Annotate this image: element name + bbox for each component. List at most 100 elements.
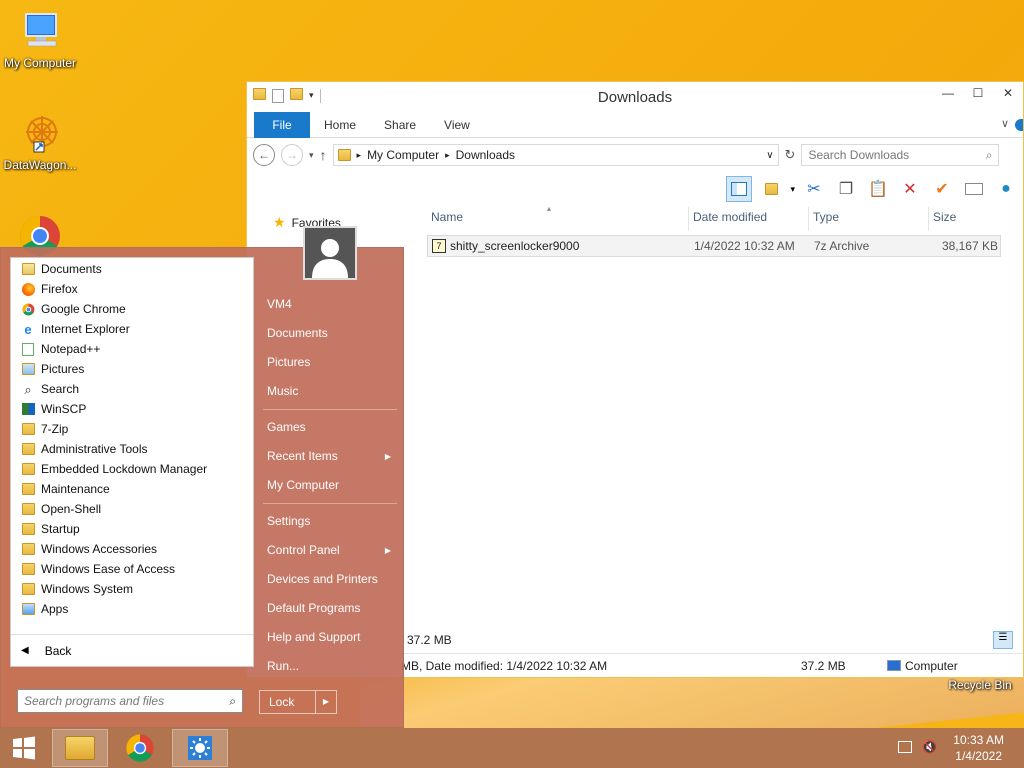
submenu-arrow-icon: ▶ bbox=[384, 452, 391, 461]
address-bar-row: ← → ▾ ↑ ▸ My Computer ▸ Downloads ∨ ↻ Se… bbox=[247, 138, 1023, 172]
navigation-pane-button[interactable] bbox=[726, 176, 753, 202]
breadcrumb-downloads[interactable]: Downloads bbox=[456, 148, 515, 162]
tab-file[interactable]: File bbox=[254, 111, 310, 138]
computer-icon bbox=[887, 660, 901, 671]
firefox-icon bbox=[21, 282, 35, 296]
volume-muted-icon[interactable]: 🔇 bbox=[922, 740, 937, 754]
forward-button[interactable]: → bbox=[281, 144, 303, 166]
program-item-label: 7-Zip bbox=[41, 422, 69, 436]
program-item[interactable]: Administrative Tools bbox=[11, 439, 253, 459]
start-right-item[interactable]: Games bbox=[257, 413, 403, 442]
program-item[interactable]: Maintenance bbox=[11, 479, 253, 499]
file-type: 7z Archive bbox=[814, 239, 870, 253]
start-right-item[interactable]: VM4 bbox=[257, 290, 403, 319]
breadcrumb-my-computer[interactable]: My Computer bbox=[367, 148, 439, 162]
taskbar-app-sun[interactable] bbox=[172, 729, 228, 767]
back-button[interactable]: ◀ Back bbox=[11, 634, 253, 666]
desktop-icon-label: Recycle Bin bbox=[948, 678, 1012, 692]
explorer-titlebar[interactable]: ▾ Downloads — ☐ ✕ bbox=[247, 82, 1023, 112]
start-right-item[interactable]: My Computer bbox=[257, 471, 403, 500]
program-item[interactable]: Embedded Lockdown Manager bbox=[11, 459, 253, 479]
desktop-icon-datawagon[interactable]: DataWagon... bbox=[0, 112, 80, 172]
refresh-button[interactable]: ↻ bbox=[785, 147, 796, 163]
program-item-label: Google Chrome bbox=[41, 302, 126, 316]
globe-icon[interactable]: ● bbox=[993, 176, 1019, 202]
chevron-down-icon[interactable]: ▾ bbox=[790, 184, 795, 195]
search-input[interactable]: Search Downloads ⌕ bbox=[801, 144, 1000, 166]
copy-button[interactable]: ❐ bbox=[833, 176, 859, 202]
tab-share[interactable]: Share bbox=[370, 112, 430, 138]
program-item[interactable]: Firefox bbox=[11, 279, 253, 299]
program-item[interactable]: Google Chrome bbox=[11, 299, 253, 319]
user-silhouette-icon bbox=[312, 239, 348, 278]
tab-home[interactable]: Home bbox=[310, 112, 370, 138]
address-input[interactable]: ▸ My Computer ▸ Downloads ∨ bbox=[332, 144, 779, 166]
program-item[interactable]: ⌕ Search bbox=[11, 379, 253, 399]
program-item[interactable]: WinSCP bbox=[11, 399, 253, 419]
program-item[interactable]: Notepad++ bbox=[11, 339, 253, 359]
program-item[interactable]: Documents bbox=[11, 259, 253, 279]
folder-icon bbox=[21, 442, 35, 456]
start-right-item-label: Devices and Printers bbox=[267, 572, 378, 586]
program-item[interactable]: Apps bbox=[11, 599, 253, 619]
ribbon-expand-icon[interactable]: ∨ bbox=[1001, 117, 1009, 130]
start-right-item[interactable]: Recent Items ▶ bbox=[257, 442, 403, 471]
start-button[interactable] bbox=[0, 729, 48, 767]
desktop-icon-my-computer[interactable]: My Computer bbox=[0, 10, 80, 70]
network-icon[interactable] bbox=[898, 741, 912, 753]
column-header-label: Name bbox=[431, 210, 464, 224]
lock-options-button[interactable]: ▶ bbox=[316, 691, 336, 713]
start-right-item[interactable]: Settings bbox=[257, 507, 403, 536]
minimize-button[interactable]: — bbox=[933, 82, 963, 104]
program-item[interactable]: e Internet Explorer bbox=[11, 319, 253, 339]
program-item[interactable]: 7-Zip bbox=[11, 419, 253, 439]
column-header-date[interactable]: Date modified bbox=[689, 207, 809, 231]
cut-button[interactable]: ✂ bbox=[801, 176, 827, 202]
help-icon[interactable] bbox=[1015, 119, 1023, 131]
start-right-item[interactable]: Music bbox=[257, 377, 403, 406]
up-button[interactable]: ↑ bbox=[320, 147, 327, 163]
window-title: Downloads bbox=[597, 89, 673, 106]
start-right-item[interactable]: Run... bbox=[257, 652, 403, 681]
program-item[interactable]: Windows Ease of Access bbox=[11, 559, 253, 579]
user-avatar[interactable] bbox=[303, 226, 357, 280]
close-button[interactable]: ✕ bbox=[993, 82, 1023, 104]
file-row[interactable]: 7 shitty_screenlocker9000 1/4/2022 10:32… bbox=[427, 235, 1001, 257]
column-header-type[interactable]: Type bbox=[809, 207, 929, 231]
taskbar-chrome[interactable] bbox=[112, 729, 168, 767]
folder-options-button[interactable] bbox=[758, 176, 784, 202]
system-clock[interactable]: 10:33 AM 1/4/2022 bbox=[953, 732, 1004, 764]
address-dropdown-icon[interactable]: ∨ bbox=[766, 150, 773, 161]
start-right-item[interactable]: Help and Support bbox=[257, 623, 403, 652]
taskbar-file-explorer[interactable] bbox=[52, 729, 108, 767]
start-right-item-label: Games bbox=[267, 420, 306, 434]
search-icon: ⌕ bbox=[24, 381, 32, 397]
program-item-label: WinSCP bbox=[41, 402, 87, 416]
details-view-button[interactable]: ☰ bbox=[993, 631, 1013, 649]
folder-docs-icon bbox=[21, 262, 35, 276]
back-button[interactable]: ← bbox=[253, 144, 275, 166]
program-item[interactable]: Windows Accessories bbox=[11, 539, 253, 559]
start-right-item[interactable]: Documents bbox=[257, 319, 403, 348]
program-item[interactable]: Pictures bbox=[11, 359, 253, 379]
start-right-item[interactable]: Default Programs bbox=[257, 594, 403, 623]
sort-up-icon: ▴ bbox=[547, 204, 552, 213]
start-right-item[interactable]: Control Panel ▶ bbox=[257, 536, 403, 565]
select-button[interactable]: ✔ bbox=[929, 176, 955, 202]
properties-button[interactable] bbox=[961, 176, 987, 202]
column-header-size[interactable]: Size bbox=[929, 207, 1003, 231]
delete-button[interactable]: ✕ bbox=[897, 176, 923, 202]
start-search-input[interactable]: Search programs and files ⌕ bbox=[17, 689, 243, 713]
desktop-icon-label: DataWagon... bbox=[3, 158, 77, 172]
program-item[interactable]: Open-Shell bbox=[11, 499, 253, 519]
maximize-button[interactable]: ☐ bbox=[963, 82, 993, 104]
program-item[interactable]: Windows System bbox=[11, 579, 253, 599]
program-item[interactable]: Startup bbox=[11, 519, 253, 539]
start-right-item[interactable]: Devices and Printers bbox=[257, 565, 403, 594]
paste-button[interactable]: 📋 bbox=[865, 176, 891, 202]
tab-view[interactable]: View bbox=[430, 112, 484, 138]
recent-locations-icon[interactable]: ▾ bbox=[309, 150, 314, 161]
column-header-name[interactable]: Name ▴ bbox=[427, 204, 689, 231]
start-right-item[interactable]: Pictures bbox=[257, 348, 403, 377]
lock-button[interactable]: Lock ▶ bbox=[259, 690, 337, 714]
